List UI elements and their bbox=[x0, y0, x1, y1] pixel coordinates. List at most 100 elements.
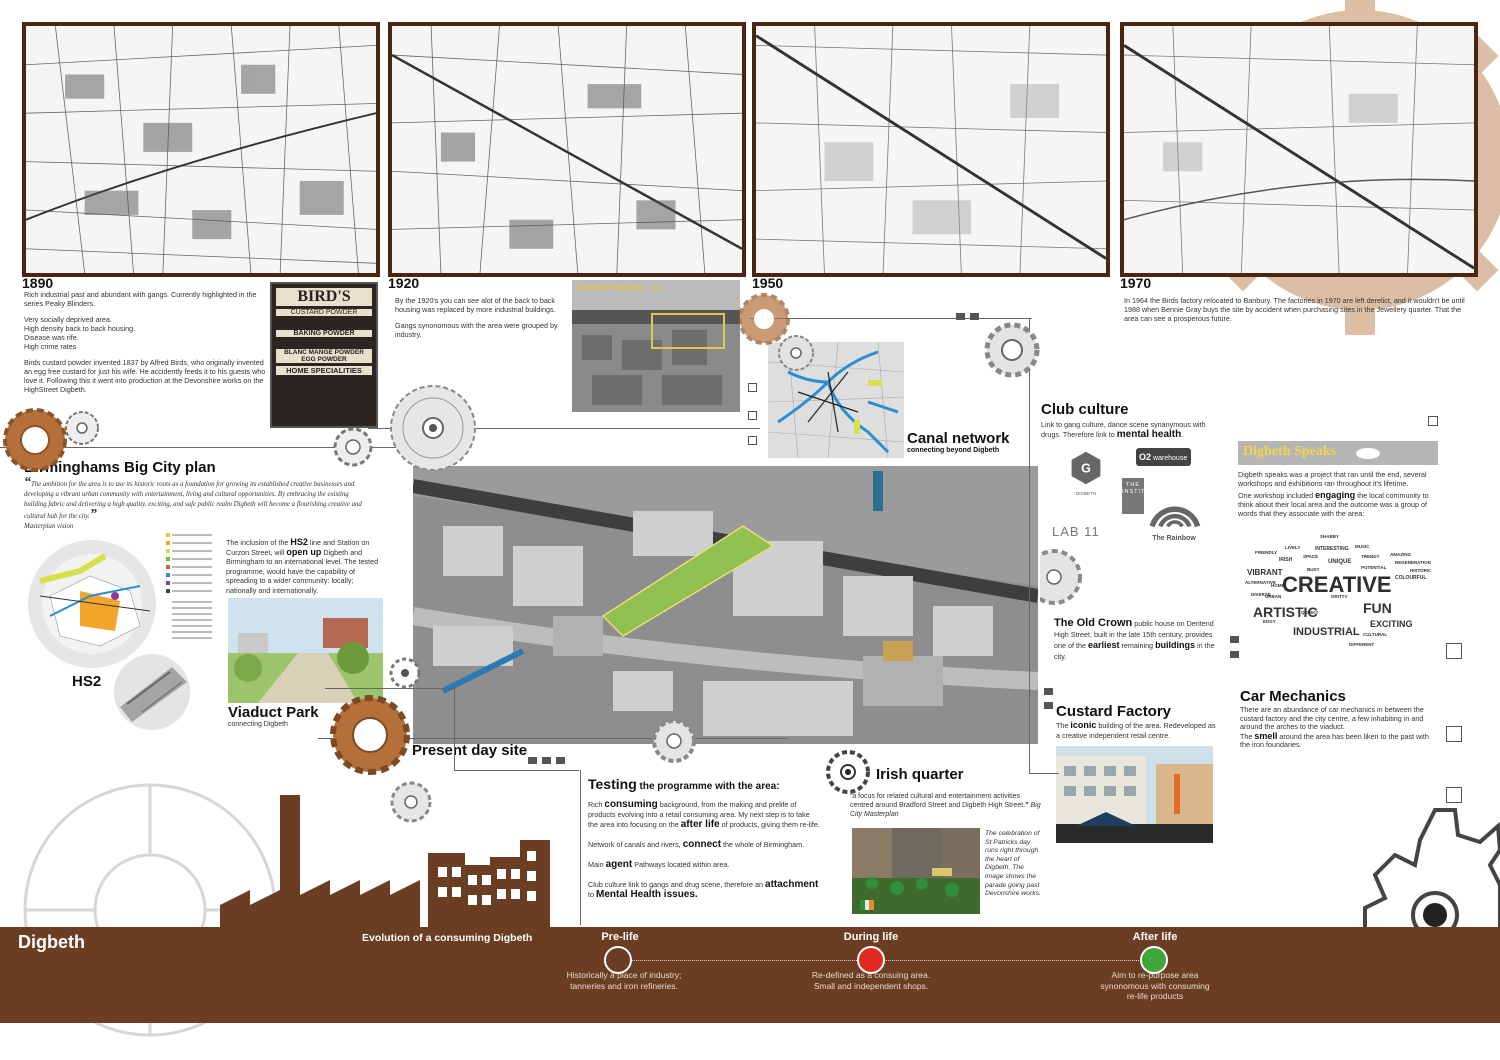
decor-square bbox=[1446, 643, 1462, 659]
hs2-station-render bbox=[112, 652, 192, 732]
rust-gear-icon bbox=[3, 408, 67, 472]
testing-p4-bold: attachment bbox=[765, 879, 819, 891]
testing-p1-bold: consuming bbox=[604, 799, 658, 810]
word-small: EDGY bbox=[1263, 619, 1276, 624]
hs2-text-bold1: HS2 bbox=[290, 537, 308, 547]
map-1970 bbox=[1120, 22, 1478, 277]
old-crown-bold2: buildings bbox=[1155, 640, 1196, 650]
testing-p2-post: the whole of Birmingham. bbox=[721, 839, 805, 849]
bottom-banner bbox=[0, 927, 1500, 1023]
gear-icon bbox=[390, 385, 476, 471]
list-item: Disease was rife. bbox=[24, 333, 79, 342]
decor-square bbox=[748, 436, 757, 445]
digbeth-speaks-p2: One workshop included engaging the local… bbox=[1238, 491, 1443, 519]
word-small: REGENERATION bbox=[1395, 560, 1431, 565]
old-crown-text2: remaining bbox=[1119, 641, 1156, 650]
decor-square bbox=[1428, 416, 1438, 426]
decor-square bbox=[542, 757, 551, 764]
old-crown-text: The Old Crown public house on Deritend H… bbox=[1054, 618, 1222, 662]
club-culture-bold: mental health bbox=[1116, 429, 1182, 440]
connector-line bbox=[454, 770, 579, 771]
word-small: SHABBY bbox=[1320, 534, 1340, 539]
testing-p1-bold2: after life bbox=[680, 819, 720, 831]
custard-factory-1921-photo bbox=[572, 280, 740, 412]
year-label-1970: 1970 bbox=[1120, 275, 1152, 291]
testing-p2-pre: Network of canals and rivers, bbox=[588, 839, 683, 849]
gear-icon bbox=[333, 427, 373, 467]
canal-network-subtitle: connecting beyond Digbeth bbox=[907, 447, 1000, 454]
testing-title-rest: the programme with the area: bbox=[636, 781, 780, 792]
logo-digbeth-warehouse: G DIGBETH bbox=[1066, 450, 1106, 496]
viaduct-park-subtitle: connecting Digbeth bbox=[228, 721, 288, 728]
testing-title: Testing bbox=[588, 776, 637, 792]
digbeth-speaks-p1: Digbeth speaks was a project that ran un… bbox=[1238, 470, 1427, 488]
word-big: VIBRANT bbox=[1247, 568, 1283, 577]
gear-icon bbox=[984, 322, 1040, 378]
decor-square bbox=[1446, 787, 1462, 803]
gear-icon bbox=[1040, 549, 1082, 605]
word-small: GRITTY bbox=[1331, 594, 1348, 599]
digbeth-speaks-header: Digbeth Speaks bbox=[1238, 441, 1438, 465]
poster-line: HOME SPECIALITIES bbox=[276, 366, 372, 375]
photo-label: Custard factory bbox=[576, 282, 643, 292]
decor-square bbox=[1446, 726, 1462, 742]
testing-p2-bold: connect bbox=[682, 838, 722, 850]
stage-during-life-text: Re-defined as a consuing area. Small and… bbox=[811, 970, 931, 991]
word-small: MUSIC bbox=[1355, 544, 1370, 549]
custard-factory-photo-label: Custard factory 1921 bbox=[576, 282, 665, 292]
testing-p1: Rich consuming background, from the maki… bbox=[588, 799, 820, 831]
word-small: BUSY bbox=[1307, 567, 1320, 572]
custard-factory-photo bbox=[1056, 746, 1213, 843]
digbeth-speaks-text: Digbeth speaks was a project that ran un… bbox=[1238, 470, 1443, 518]
testing-p3-pre: Main bbox=[588, 859, 606, 869]
photo-year: 1921 bbox=[649, 285, 665, 292]
poster-brand: BIRD'S bbox=[276, 288, 372, 306]
stage-after-life-title: After life bbox=[1132, 931, 1178, 943]
history-1970-text: In 1964 the Birds factory relocated to B… bbox=[1124, 296, 1474, 330]
word-small: TRENDY bbox=[1361, 554, 1380, 559]
gear-icon bbox=[652, 719, 696, 763]
custard-factory-title: Custard Factory bbox=[1056, 703, 1172, 720]
club-culture-text: Link to gang culture, dance scene synany… bbox=[1041, 420, 1206, 440]
digbeth-speaks-p2-pre: One workshop included bbox=[1238, 491, 1316, 500]
logo-lab-11: LAB 11 bbox=[1052, 524, 1100, 539]
gear-icon bbox=[390, 781, 432, 823]
stage-during-life-title: During life bbox=[843, 931, 899, 943]
svg-text:G: G bbox=[1081, 462, 1091, 476]
word-small: QUIRKY bbox=[1301, 610, 1319, 615]
history-1890-list: Very socially deprived area. High densit… bbox=[24, 315, 272, 351]
year-label-1950: 1950 bbox=[752, 275, 784, 291]
history-1920-text: By the 1920's you can see alot of the ba… bbox=[395, 296, 573, 346]
canal-network-title: Canal network bbox=[907, 430, 1010, 447]
decor-square bbox=[1044, 702, 1053, 709]
custard-factory-pre: The bbox=[1056, 721, 1071, 730]
decor-square bbox=[956, 313, 965, 320]
irish-quarter-title: Irish quarter bbox=[876, 766, 964, 783]
decor-square bbox=[528, 757, 537, 764]
logo-label: DIGBETH bbox=[1075, 491, 1096, 496]
testing-p1-post: of products, giving them re-life. bbox=[719, 820, 820, 830]
word-big: INDUSTRIAL bbox=[1293, 626, 1360, 638]
word-small: IRISH bbox=[1279, 557, 1293, 563]
gear-icon bbox=[826, 750, 870, 794]
logo-warehouse: warehouse bbox=[1152, 455, 1188, 462]
decor-square bbox=[748, 411, 757, 420]
history-1890-p3: Birds custard powder invented 1837 by Al… bbox=[24, 358, 266, 394]
poster-line: CUSTARD POWDER bbox=[276, 309, 372, 316]
gear-icon bbox=[778, 335, 814, 371]
car-mechanics-p1: There are an abundance of car mechanics … bbox=[1240, 705, 1424, 732]
decor-square bbox=[1044, 688, 1053, 695]
stage-after-life-text: Aim to re-purpose area synonomous with c… bbox=[1100, 970, 1210, 1001]
masterplan-legend bbox=[166, 531, 224, 647]
st-patricks-parade-photo bbox=[852, 828, 980, 914]
custard-factory-bold: iconic bbox=[1070, 720, 1097, 730]
car-mechanics-text: There are an abundance of car mechanics … bbox=[1240, 705, 1435, 750]
word-small: INTERESTING bbox=[1315, 546, 1349, 552]
connector-line bbox=[1029, 318, 1030, 773]
word-small: DIFFERENT bbox=[1349, 642, 1375, 647]
year-label-1890: 1890 bbox=[22, 275, 54, 291]
poster-line: EGG POWDER bbox=[276, 356, 372, 363]
list-item: Very socially deprived area. bbox=[24, 315, 112, 324]
testing-text: Rich consuming background, from the maki… bbox=[588, 799, 820, 900]
quote-mark-close: ” bbox=[89, 507, 97, 522]
